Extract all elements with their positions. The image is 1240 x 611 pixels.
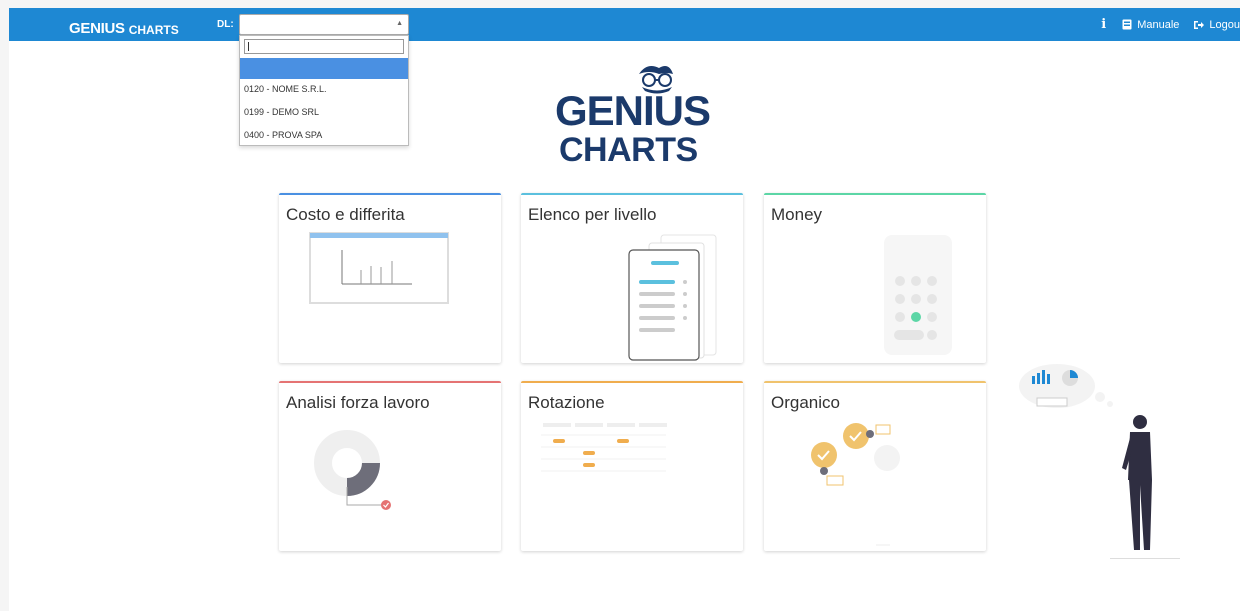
card-elenco-per-livello[interactable]: Elenco per livello [521,193,743,363]
dl-label: DL: [217,19,234,30]
logo-word-genius: GENIUS [555,87,711,134]
info-icon[interactable]: i [1101,17,1106,32]
brand-logo[interactable]: GENIUS CHARTS [69,13,179,37]
app-frame: GENIUS CHARTS DL: ▲ i Manuale Logou 0120… [9,8,1240,611]
table-illustration [541,423,667,472]
genius-charts-logo: GENIUS CHARTS [539,60,719,180]
card-costo-e-differita[interactable]: Costo e differita [279,193,501,363]
logout-label: Logou [1209,18,1240,31]
donut-chart-illustration [314,430,391,510]
card-money[interactable]: Money [764,193,986,363]
dropdown-option[interactable]: 0199 - DEMO SRL [244,107,319,117]
calculator-illustration [884,235,952,355]
bar-chart-illustration [309,232,449,304]
card-organico[interactable]: Organico [764,381,986,551]
caret-up-icon: ▲ [396,20,403,27]
manuale-link[interactable]: Manuale [1122,19,1179,31]
dropdown-option[interactable]: 0400 - PROVA SPA [244,130,322,140]
brand-sub: CHARTS [128,23,179,37]
logo-word-charts: CHARTS [559,131,698,169]
org-chart-illustration [811,423,900,546]
dropdown-search-input[interactable] [244,39,404,54]
dropdown-option-empty[interactable] [240,58,408,79]
logout-link[interactable]: Logou [1193,19,1240,31]
sign-out-icon [1194,20,1205,29]
manuale-label: Manuale [1137,18,1180,31]
card-analisi-forza-lavoro[interactable]: Analisi forza lavoro [279,381,501,551]
dl-dropdown: 0120 - NOME S.R.L. 0199 - DEMO SRL 0400 … [239,35,409,146]
card-rotazione[interactable]: Rotazione [521,381,743,551]
top-navbar: GENIUS CHARTS DL: ▲ i Manuale Logou [9,8,1240,41]
person-thinking-illustration [1019,364,1180,559]
book-icon [1122,19,1132,30]
top-right-menu: i Manuale Logou [1101,8,1240,41]
dropdown-option[interactable]: 0120 - NOME S.R.L. [244,84,327,94]
dl-select[interactable]: ▲ [239,14,409,35]
brand-main: GENIUS [69,20,125,37]
document-list-illustration [628,234,717,361]
text-cursor [248,42,249,51]
